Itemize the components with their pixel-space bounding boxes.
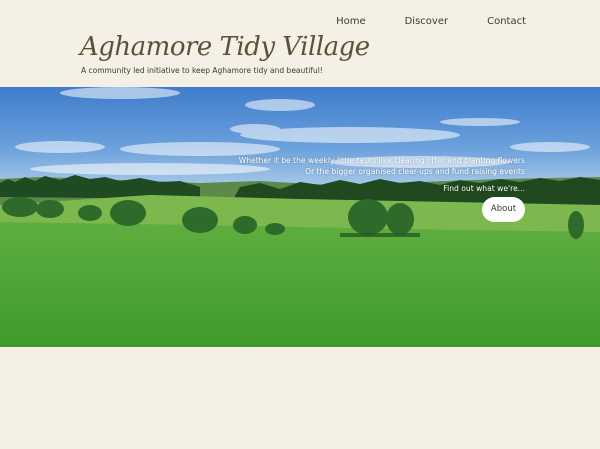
site-title[interactable]: Aghamore Tidy Village xyxy=(80,30,370,64)
about-button[interactable]: About xyxy=(482,197,525,222)
hero-banner: Whether it be the weekly little tasks li… xyxy=(0,87,600,347)
page-body xyxy=(0,347,600,449)
main-nav: Home Discover Contact xyxy=(297,16,526,27)
site-tagline: A community led initiative to keep Agham… xyxy=(81,66,323,75)
nav-home-link[interactable]: Home xyxy=(336,16,366,27)
hero-text: Whether it be the weekly little tasks li… xyxy=(239,155,525,177)
nav-contact-link[interactable]: Contact xyxy=(487,16,526,27)
site-header: Aghamore Tidy Village A community led in… xyxy=(0,0,600,87)
hero-cta-text: Find out what we're... xyxy=(443,184,525,193)
nav-discover-link[interactable]: Discover xyxy=(405,16,449,27)
hero-line-2: Or the bigger organised clear-ups and fu… xyxy=(305,167,525,176)
hero-line-1: Whether it be the weekly little tasks li… xyxy=(238,156,525,165)
